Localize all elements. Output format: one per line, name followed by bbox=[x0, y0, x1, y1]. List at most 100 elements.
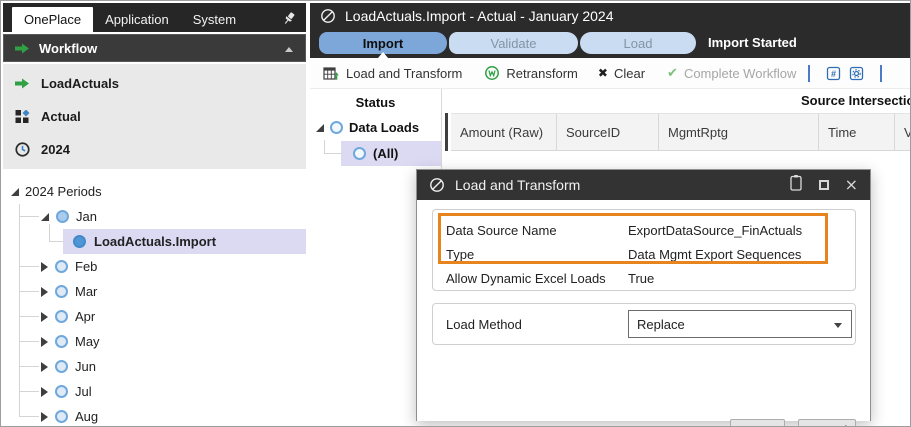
tree-item-loadactuals-import-selected[interactable]: LoadActuals.Import bbox=[63, 229, 306, 254]
maximize-icon[interactable] bbox=[819, 180, 829, 190]
tree-label: Jul bbox=[75, 384, 92, 399]
expanded-triangle-icon[interactable] bbox=[41, 213, 49, 221]
tree-item-2024-periods[interactable]: 2024 Periods bbox=[11, 179, 102, 204]
status-circle-icon bbox=[56, 210, 69, 223]
load-method-selected-value: Replace bbox=[637, 317, 685, 332]
step-import[interactable]: Import bbox=[319, 32, 447, 54]
step-validate[interactable]: Validate bbox=[449, 32, 578, 54]
load-method-label: Load Method bbox=[446, 317, 522, 332]
collapsed-triangle-icon[interactable] bbox=[41, 362, 48, 372]
collapse-up-icon[interactable] bbox=[285, 47, 293, 52]
tree-label: Data Loads bbox=[349, 120, 419, 135]
app-window: OnePlace Application System Workflow Loa… bbox=[0, 0, 911, 427]
ok-button[interactable]: OK bbox=[730, 419, 785, 427]
sidebar-item-loadactuals[interactable]: LoadActuals bbox=[3, 67, 306, 100]
collapsed-triangle-icon[interactable] bbox=[41, 262, 48, 272]
workflow-header-label: Workflow bbox=[39, 41, 97, 56]
column-header-mgmtrptg[interactable]: MgmtRptg bbox=[659, 113, 819, 151]
sidebar-item-2024[interactable]: 2024 bbox=[3, 133, 306, 166]
column-header-sourceid[interactable]: SourceID bbox=[557, 113, 659, 151]
collapsed-triangle-icon[interactable] bbox=[41, 387, 48, 397]
load-and-transform-button[interactable]: Load and Transform bbox=[323, 66, 462, 81]
status-circle-icon bbox=[55, 335, 68, 348]
cancel-button[interactable]: Cancel bbox=[798, 419, 856, 427]
column-header-time[interactable]: Time bbox=[819, 113, 895, 151]
close-icon[interactable]: × bbox=[845, 180, 858, 190]
clear-button[interactable]: ✖ Clear bbox=[598, 66, 645, 81]
tree-item-mar[interactable]: Mar bbox=[41, 279, 97, 304]
toolbar-separator bbox=[808, 65, 810, 82]
tree-item-feb[interactable]: Feb bbox=[41, 254, 97, 279]
tree-label: Apr bbox=[75, 309, 95, 324]
dialog-body: Data Source Name ExportDataSource_FinAct… bbox=[417, 200, 870, 421]
workflow-steps-bar: Import Validate Load Import Started bbox=[310, 29, 911, 58]
document-gear-icon bbox=[849, 66, 864, 81]
tree-item-all-selected[interactable]: (All) bbox=[341, 141, 441, 166]
load-and-transform-dialog: Load and Transform × Data Source Name Ex… bbox=[416, 169, 871, 421]
document-hash-button[interactable]: # bbox=[826, 66, 841, 81]
tree-connector bbox=[19, 204, 20, 417]
retransform-button[interactable]: Retransform bbox=[484, 65, 578, 81]
tree-connector bbox=[19, 416, 39, 417]
cube-grid-icon bbox=[15, 110, 30, 124]
pin-icon[interactable] bbox=[281, 10, 297, 31]
tree-item-aug[interactable]: Aug bbox=[41, 404, 98, 427]
green-arrow-icon bbox=[15, 78, 30, 89]
sidebar-item-actual[interactable]: Actual bbox=[3, 100, 306, 133]
tree-connector bbox=[19, 291, 39, 292]
tree-connector bbox=[324, 140, 325, 153]
tree-item-jun[interactable]: Jun bbox=[41, 354, 96, 379]
grid-splitter[interactable] bbox=[445, 113, 448, 151]
tree-label: Mar bbox=[75, 284, 97, 299]
expanded-triangle-icon[interactable] bbox=[316, 124, 324, 132]
collapsed-triangle-icon[interactable] bbox=[41, 412, 48, 422]
collapsed-triangle-icon[interactable] bbox=[41, 337, 48, 347]
column-header-view[interactable]: View bbox=[895, 113, 911, 151]
tree-item-jul[interactable]: Jul bbox=[41, 379, 92, 404]
period-tree: 2024 Periods Jan LoadActuals.Import Feb … bbox=[3, 171, 306, 427]
field-row-allow-dynamic-excel-loads: Allow Dynamic Excel Loads True bbox=[433, 266, 855, 290]
toolbar-label: Clear bbox=[614, 66, 645, 81]
tab-system[interactable]: System bbox=[181, 7, 248, 32]
workflow-shortcuts: LoadActuals Actual 2024 bbox=[3, 64, 306, 169]
expanded-triangle-icon[interactable] bbox=[11, 188, 19, 196]
tree-label: (All) bbox=[373, 146, 398, 161]
toolbar-label: Complete Workflow bbox=[684, 66, 796, 81]
source-intersection-group-header: Source Intersection bbox=[801, 93, 911, 108]
toolbar-label: Retransform bbox=[506, 66, 578, 81]
svg-text:#: # bbox=[831, 69, 836, 79]
status-circle-icon bbox=[55, 385, 68, 398]
column-header-amount-raw[interactable]: Amount (Raw) bbox=[451, 113, 557, 151]
tree-label: 2024 Periods bbox=[25, 184, 102, 199]
document-hash-icon: # bbox=[826, 66, 841, 81]
tree-connector bbox=[19, 216, 39, 217]
status-circle-icon bbox=[55, 260, 68, 273]
load-method-select[interactable]: Replace bbox=[628, 310, 852, 338]
tree-label: Jan bbox=[76, 209, 97, 224]
complete-workflow-button[interactable]: ✔ Complete Workflow bbox=[667, 66, 796, 81]
main-header: LoadActuals.Import - Actual - January 20… bbox=[310, 3, 911, 58]
tree-connector bbox=[19, 266, 39, 267]
tree-item-data-loads[interactable]: Data Loads bbox=[316, 115, 419, 140]
workflow-section-header[interactable]: Workflow bbox=[3, 34, 306, 62]
column-divider bbox=[441, 89, 442, 169]
dialog-title-bar[interactable]: Load and Transform × bbox=[417, 170, 870, 200]
tree-item-may[interactable]: May bbox=[41, 329, 100, 354]
tree-label: Aug bbox=[75, 409, 98, 424]
tree-item-jan[interactable]: Jan bbox=[41, 204, 97, 229]
status-column-header: Status bbox=[310, 89, 441, 115]
tab-application[interactable]: Application bbox=[93, 7, 181, 32]
collapsed-triangle-icon[interactable] bbox=[41, 287, 48, 297]
collapsed-triangle-icon[interactable] bbox=[41, 312, 48, 322]
tab-oneplace[interactable]: OnePlace bbox=[12, 7, 93, 32]
clock-icon bbox=[15, 142, 30, 157]
tree-label: May bbox=[75, 334, 100, 349]
shortcut-label: Actual bbox=[41, 109, 81, 124]
checkmark-icon: ✔ bbox=[667, 66, 678, 81]
step-load[interactable]: Load bbox=[580, 32, 696, 54]
document-gear-button[interactable] bbox=[849, 66, 864, 81]
clipboard-icon[interactable] bbox=[789, 174, 803, 197]
dialog-title: Load and Transform bbox=[455, 177, 779, 193]
tree-item-apr[interactable]: Apr bbox=[41, 304, 95, 329]
tree-label: LoadActuals.Import bbox=[94, 234, 216, 249]
